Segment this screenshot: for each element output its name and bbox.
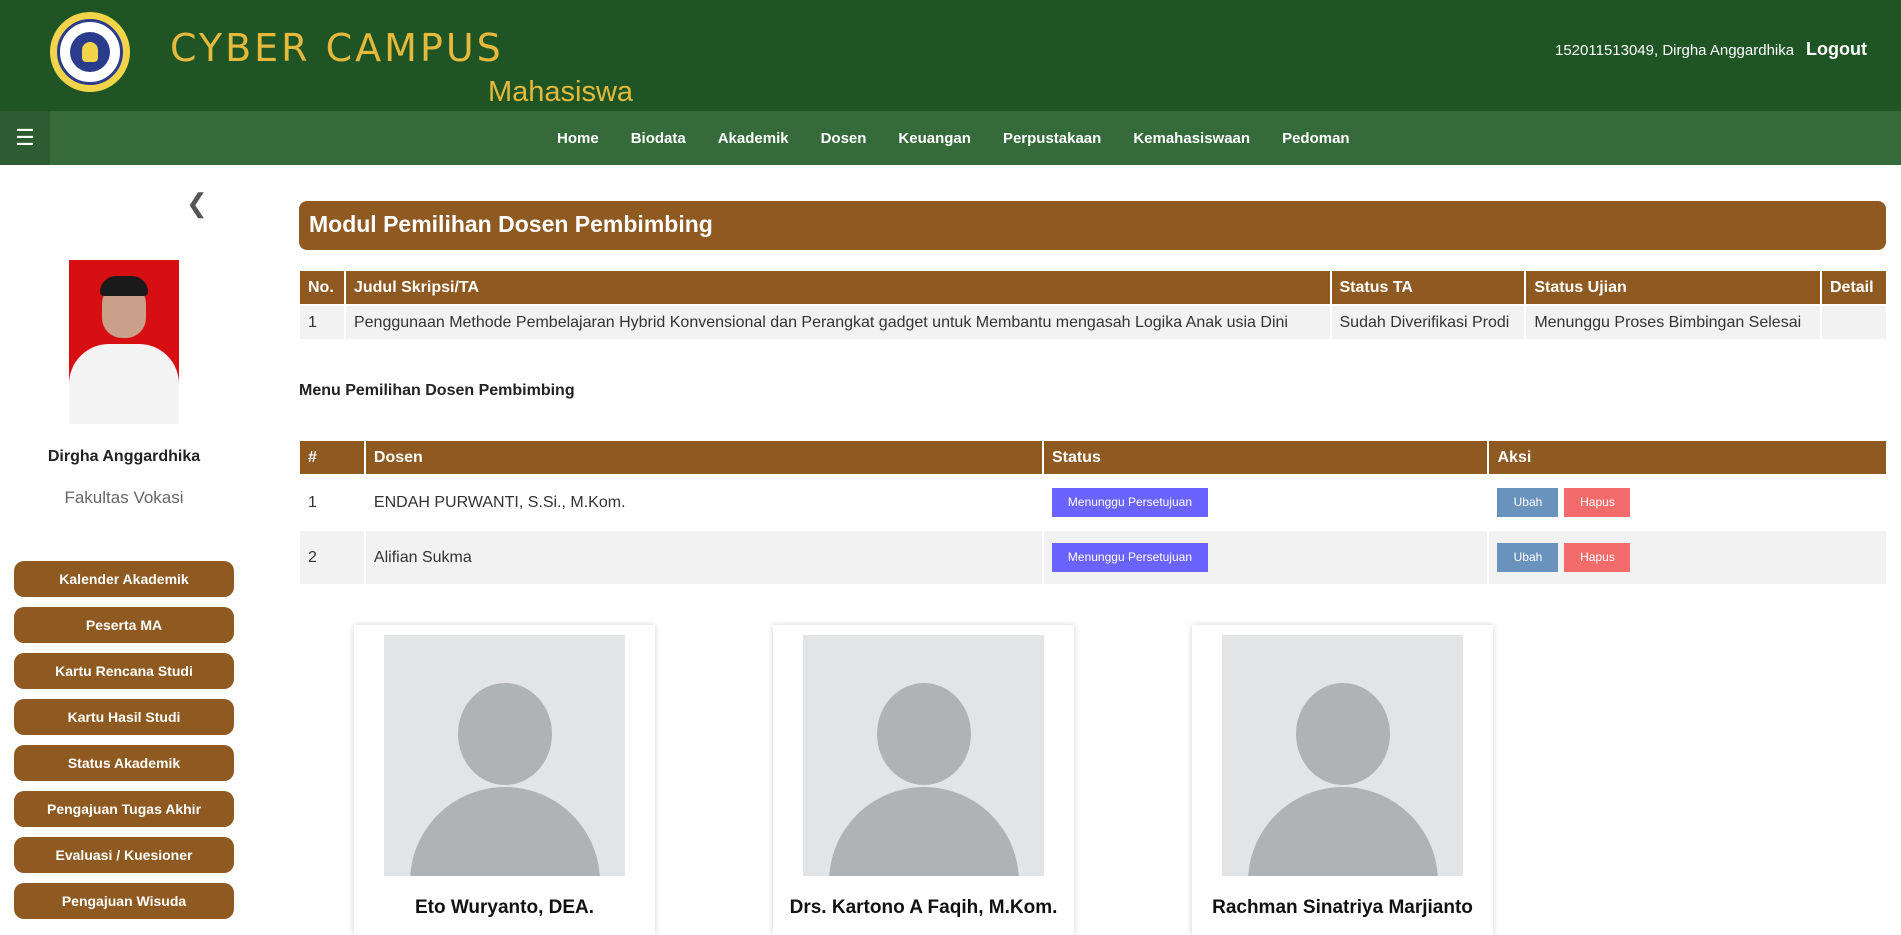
hapus-button[interactable]: Hapus <box>1564 488 1631 517</box>
table-row: 1 Penggunaan Methode Pembelajaran Hybrid… <box>300 306 1886 339</box>
ubah-button[interactable]: Ubah <box>1497 488 1559 517</box>
sidebar-btn-kartu-rencana-studi[interactable]: Kartu Rencana Studi <box>14 653 234 689</box>
nav-item-biodata[interactable]: Biodata <box>631 130 686 147</box>
advisor-name: Drs. Kartono A Faqih, M.Kom. <box>789 897 1058 918</box>
nav-menu: Home Biodata Akademik Dosen Keuangan Per… <box>557 111 1382 165</box>
cell-detail <box>1821 306 1886 339</box>
student-faculty: Fakultas Vokasi <box>64 488 184 507</box>
nav-item-kemahasiswaan[interactable]: Kemahasiswaan <box>1133 130 1250 147</box>
table-header-row: No. Judul Skripsi/TA Status TA Status Uj… <box>300 271 1886 304</box>
sidebar-btn-status-akademik[interactable]: Status Akademik <box>14 745 234 781</box>
sidebar-btn-pengajuan-wisuda[interactable]: Pengajuan Wisuda <box>14 883 234 919</box>
university-logo <box>50 12 130 92</box>
cell-number: 2 <box>300 531 364 584</box>
cell-dosen-name: ENDAH PURWANTI, S.Si., M.Kom. <box>365 476 1042 529</box>
advisor-card[interactable]: Rachman Sinatriya Marjianto <box>1192 625 1493 935</box>
cell-number: 1 <box>300 476 364 529</box>
advisor-card[interactable]: Drs. Kartono A Faqih, M.Kom. <box>773 625 1074 935</box>
column-header-aksi: Aksi <box>1489 441 1886 474</box>
column-header-number: # <box>300 441 364 474</box>
status-button[interactable]: Menunggu Persetujuan <box>1051 488 1208 517</box>
advisor-table: # Dosen Status Aksi 1 ENDAH PURWANTI, S.… <box>298 439 1888 586</box>
student-photo <box>69 260 179 424</box>
cell-no: 1 <box>300 306 344 339</box>
nav-item-perpustakaan[interactable]: Perpustakaan <box>1003 130 1101 147</box>
sidebar-btn-pengajuan-tugas-akhir[interactable]: Pengajuan Tugas Akhir <box>14 791 234 827</box>
logout-link[interactable]: Logout <box>1806 39 1867 60</box>
column-header-judul: Judul Skripsi/TA <box>345 271 1330 304</box>
cell-aksi: Ubah Hapus <box>1489 531 1886 584</box>
cell-dosen-name: Alifian Sukma <box>365 531 1042 584</box>
hapus-button[interactable]: Hapus <box>1564 543 1631 572</box>
main-navbar: ☰ Home Biodata Akademik Dosen Keuangan P… <box>0 111 1901 165</box>
user-info: 152011513049, Dirgha Anggardhika <box>1555 42 1795 59</box>
thesis-table: No. Judul Skripsi/TA Status TA Status Uj… <box>298 269 1888 341</box>
cell-aksi: Ubah Hapus <box>1489 476 1886 529</box>
column-header-no: No. <box>300 271 344 304</box>
table-header-row: # Dosen Status Aksi <box>300 441 1886 474</box>
table-row: 2 Alifian Sukma Menunggu Persetujuan Uba… <box>300 531 1886 584</box>
hamburger-menu-icon[interactable]: ☰ <box>0 111 50 165</box>
column-header-status: Status <box>1043 441 1488 474</box>
cell-status-ta: Sudah Diverifikasi Prodi <box>1331 306 1525 339</box>
avatar-placeholder-icon <box>1222 635 1463 876</box>
cell-status: Menunggu Persetujuan <box>1043 531 1488 584</box>
brand-title: CYBER CAMPUS <box>170 26 504 70</box>
nav-item-home[interactable]: Home <box>557 130 599 147</box>
brand-subtitle: Mahasiswa <box>488 76 634 108</box>
cell-status: Menunggu Persetujuan <box>1043 476 1488 529</box>
avatar-placeholder-icon <box>384 635 625 876</box>
advisor-name: Rachman Sinatriya Marjianto <box>1212 897 1473 918</box>
student-name: Dirgha Anggardhika <box>47 448 201 465</box>
cell-status-ujian: Menunggu Proses Bimbingan Selesai <box>1526 306 1820 339</box>
sidebar-collapse-icon[interactable]: ❮ <box>186 188 208 219</box>
top-header: CYBER CAMPUS Mahasiswa 152011513049, Dir… <box>0 0 1901 111</box>
sidebar-btn-peserta-ma[interactable]: Peserta MA <box>14 607 234 643</box>
column-header-status-ujian: Status Ujian <box>1526 271 1820 304</box>
cell-judul: Penggunaan Methode Pembelajaran Hybrid K… <box>345 306 1330 339</box>
sidebar-btn-evaluasi-kuesioner[interactable]: Evaluasi / Kuesioner <box>14 837 234 873</box>
column-header-detail: Detail <box>1821 271 1886 304</box>
sidebar-btn-kalender-akademik[interactable]: Kalender Akademik <box>14 561 234 597</box>
module-title: Modul Pemilihan Dosen Pembimbing <box>299 201 1886 250</box>
nav-item-dosen[interactable]: Dosen <box>821 130 867 147</box>
status-button[interactable]: Menunggu Persetujuan <box>1051 543 1208 572</box>
nav-item-keuangan[interactable]: Keuangan <box>898 130 971 147</box>
advisor-name: Eto Wuryanto, DEA. <box>414 897 595 918</box>
sidebar-btn-kartu-hasil-studi[interactable]: Kartu Hasil Studi <box>14 699 234 735</box>
column-header-status-ta: Status TA <box>1331 271 1525 304</box>
table-row: 1 ENDAH PURWANTI, S.Si., M.Kom. Menunggu… <box>300 476 1886 529</box>
nav-item-akademik[interactable]: Akademik <box>718 130 789 147</box>
advisor-card[interactable]: Eto Wuryanto, DEA. <box>354 625 655 935</box>
avatar-placeholder-icon <box>803 635 1044 876</box>
column-header-dosen: Dosen <box>365 441 1042 474</box>
ubah-button[interactable]: Ubah <box>1497 543 1559 572</box>
nav-item-pedoman[interactable]: Pedoman <box>1282 130 1350 147</box>
section-label: Menu Pemilihan Dosen Pembimbing <box>299 382 575 399</box>
